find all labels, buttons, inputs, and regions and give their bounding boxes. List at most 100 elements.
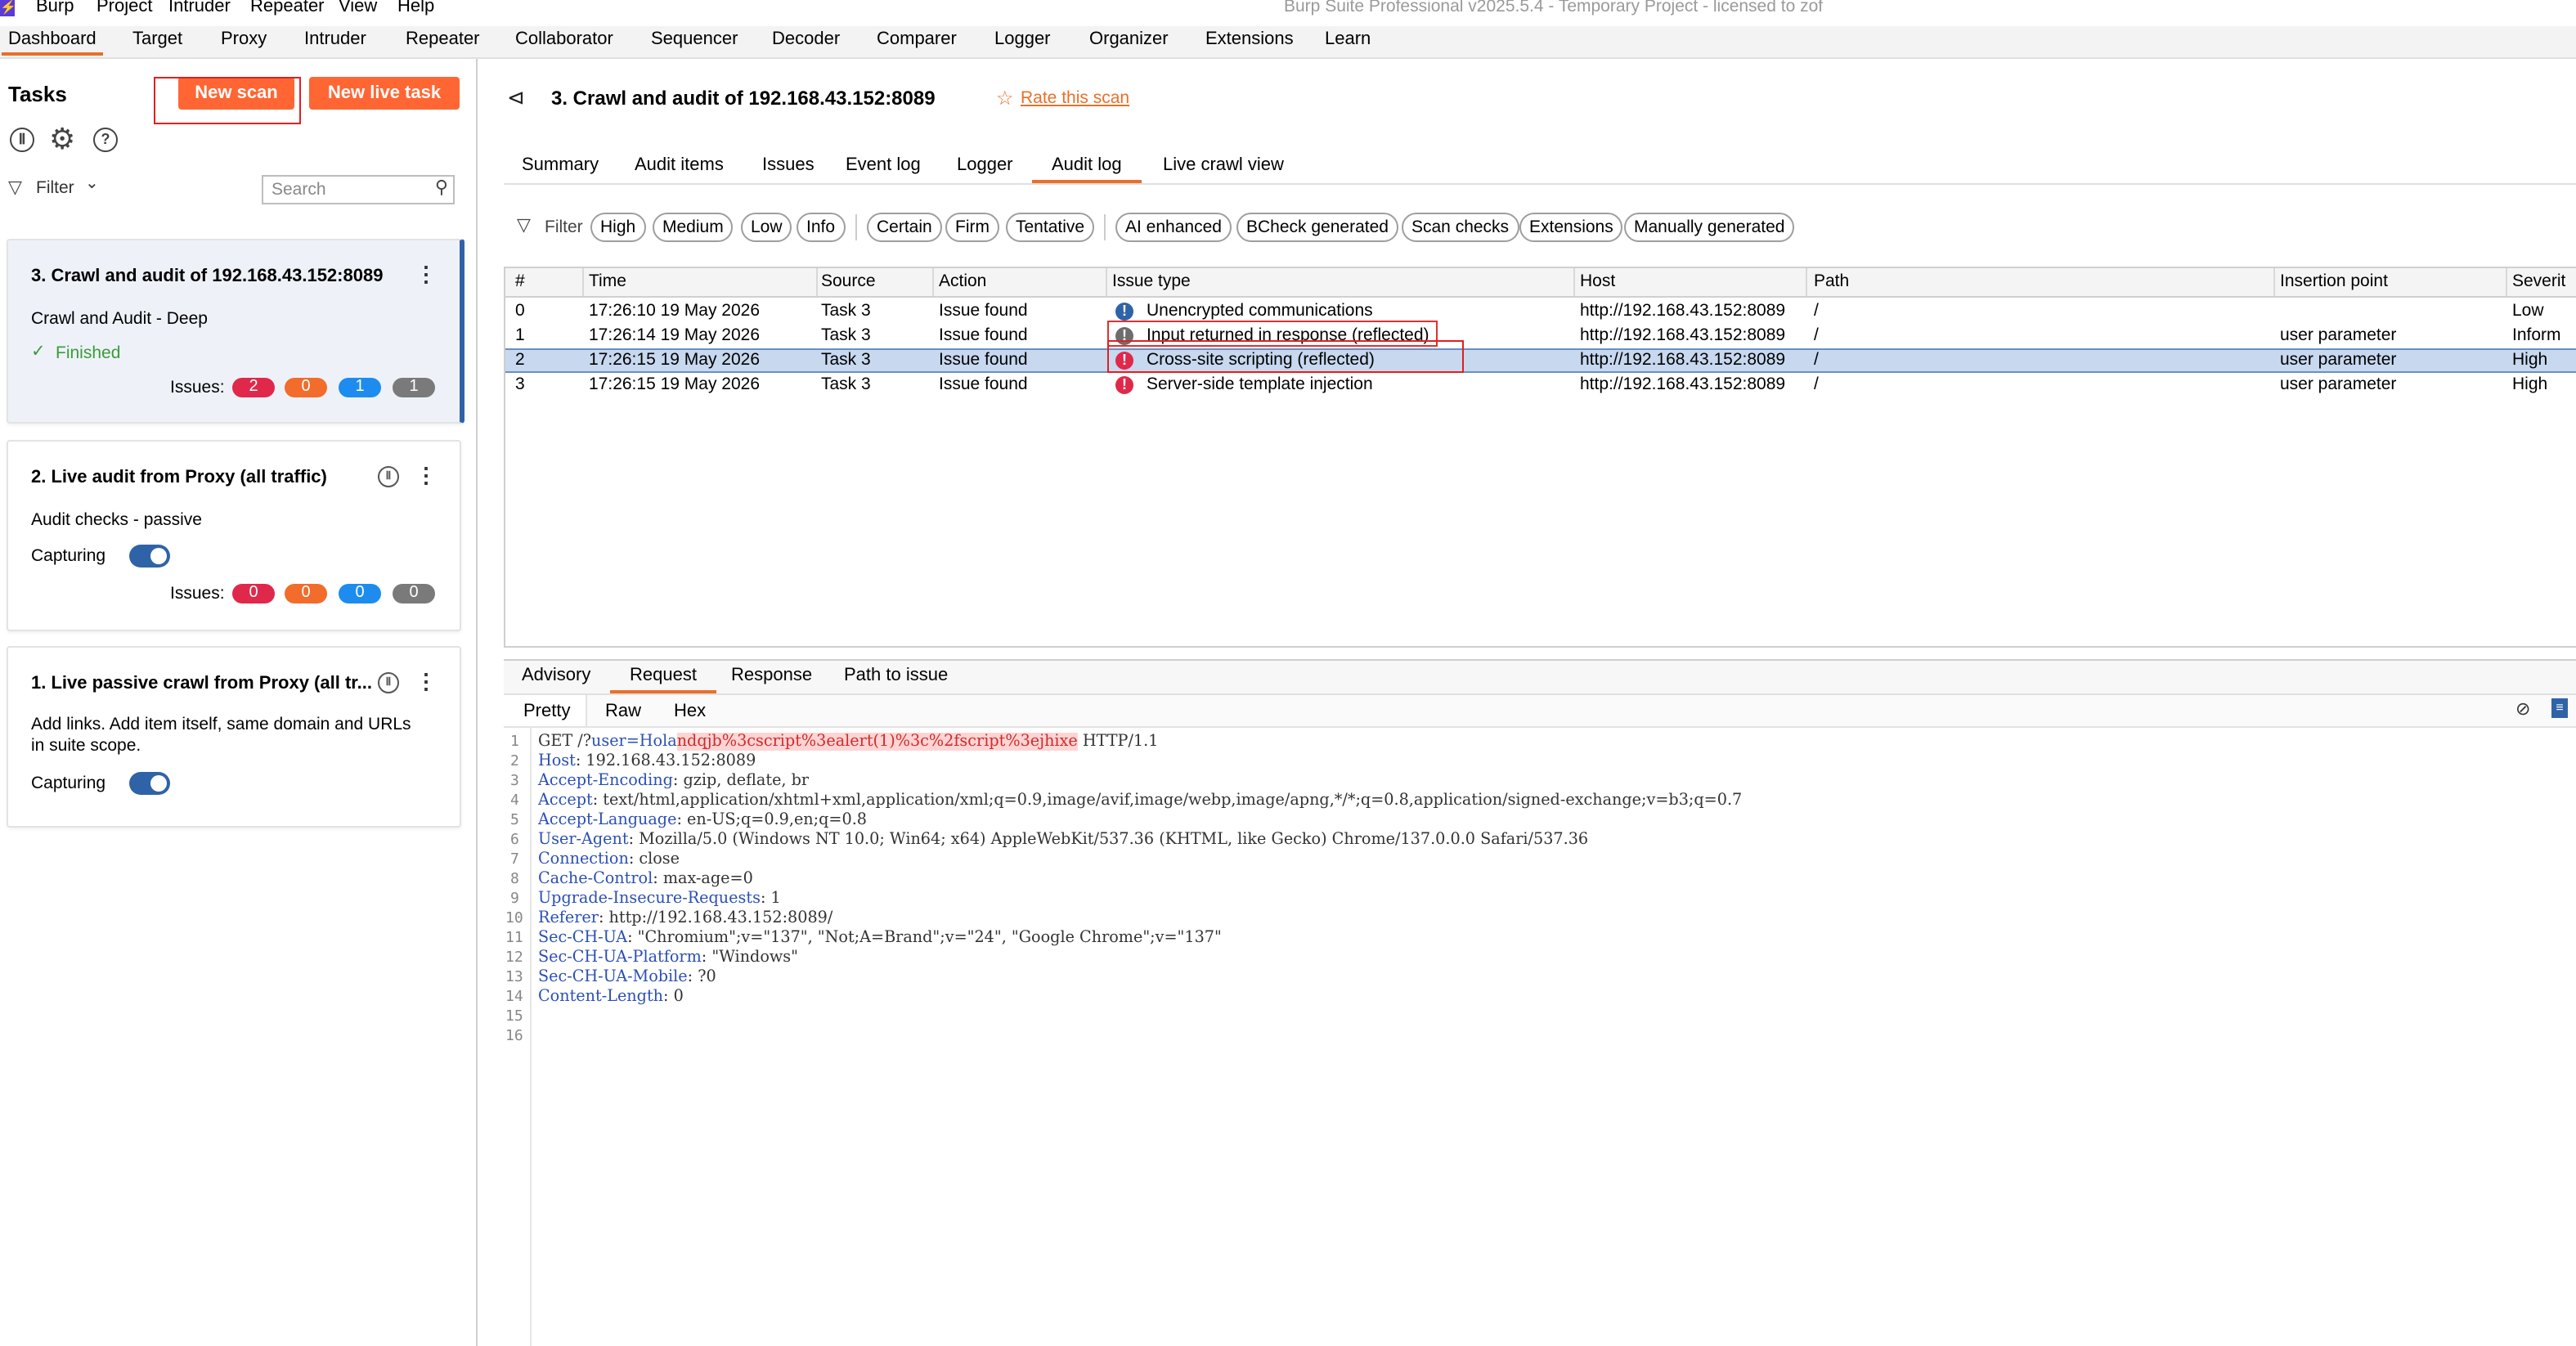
tab-request[interactable]: Request [610,666,716,693]
tab-issues[interactable]: Issues [762,155,815,175]
tab-collaborator[interactable]: Collaborator [515,29,613,49]
col-path[interactable]: Path [1814,271,1849,291]
filter-tentative[interactable]: Tentative [1006,213,1095,242]
tab-learn[interactable]: Learn [1325,29,1371,49]
filter-info[interactable]: Info [797,213,846,242]
tab-hex[interactable]: Hex [674,702,706,721]
filter-bcheck-generated[interactable]: BCheck generated [1236,213,1398,242]
col-number[interactable]: # [515,271,525,291]
line-number: 14 [505,989,523,1006]
tab-sequencer[interactable]: Sequencer [651,29,738,49]
capture-toggle[interactable] [129,772,170,795]
star-icon[interactable]: ☆ [996,87,1014,110]
tab-audit-items[interactable]: Audit items [635,155,724,175]
wrap-lines-icon[interactable]: ≡ [2551,698,2568,718]
issue-count-medium[interactable]: 0 [285,584,327,603]
issue-count-low[interactable]: 0 [339,584,381,603]
tab-pretty[interactable]: Pretty [523,702,570,721]
filter-medium[interactable]: Medium [653,213,734,242]
tab-live-crawl-view[interactable]: Live crawl view [1163,155,1284,175]
tab-target[interactable]: Target [132,29,182,49]
col-time[interactable]: Time [589,271,626,291]
filter-high[interactable]: High [590,213,646,242]
issue-count-low[interactable]: 1 [339,378,381,397]
tab-decoder[interactable]: Decoder [772,29,840,49]
tab-proxy[interactable]: Proxy [221,29,267,49]
tab-advisory[interactable]: Advisory [522,666,590,685]
tab-logger[interactable]: Logger [957,155,1013,175]
chevron-down-icon[interactable]: ⌄ [85,175,99,193]
filter-firm[interactable]: Firm [945,213,999,242]
header-line: Accept-Encoding: gzip, deflate, br [538,772,809,790]
table-header: # Time Source Action Issue type Host Pat… [505,268,2576,298]
tab-audit-log[interactable]: Audit log [1032,155,1142,183]
filter-extensions[interactable]: Extensions [1519,213,1623,242]
tab-path-to-issue[interactable]: Path to issue [844,666,948,685]
tab-response[interactable]: Response [731,666,812,685]
pause-icon[interactable]: Ⅱ [10,128,34,152]
menu-repeater[interactable]: Repeater [250,0,325,16]
tab-dashboard[interactable]: Dashboard [2,29,103,56]
filter-label[interactable]: Filter [36,178,74,198]
col-severity[interactable]: Severit [2512,271,2565,291]
task-card-2[interactable]: 2. Live audit from Proxy (all traffic) Ⅱ… [7,440,461,631]
pause-icon[interactable]: Ⅱ [378,466,399,487]
filter-certain[interactable]: Certain [867,213,942,242]
pause-icon[interactable]: Ⅱ [378,672,399,693]
gear-icon[interactable]: ⚙ [49,123,75,157]
new-live-task-button[interactable]: New live task [309,77,460,110]
line-number: 15 [505,1009,523,1025]
issue-count-info[interactable]: 1 [393,378,435,397]
tab-repeater[interactable]: Repeater [406,29,480,49]
menu-burp[interactable]: Burp [36,0,74,16]
kebab-menu-icon[interactable]: ⋮ [415,262,437,288]
capture-toggle[interactable] [129,545,170,568]
kebab-menu-icon[interactable]: ⋮ [415,463,437,489]
task-search-input[interactable]: Search ⚲ [262,175,455,204]
col-source[interactable]: Source [821,271,876,291]
cell-action: Issue found [939,325,1028,345]
header-value: : http://192.168.43.152:8089/ [598,909,833,927]
col-issue-type[interactable]: Issue type [1112,271,1191,291]
filter-label[interactable]: Filter [545,218,583,237]
filter-ai-enhanced[interactable]: AI enhanced [1115,213,1232,242]
tab-event-log[interactable]: Event log [846,155,921,175]
kebab-menu-icon[interactable]: ⋮ [415,669,437,695]
filter-scan-checks[interactable]: Scan checks [1402,213,1519,242]
filter-low[interactable]: Low [741,213,792,242]
tab-intruder[interactable]: Intruder [304,29,366,49]
rate-scan-link[interactable]: Rate this scan [1021,88,1129,108]
task-card-1[interactable]: 1. Live passive crawl from Proxy (all tr… [7,646,461,828]
table-row[interactable]: 1 17:26:14 19 May 2026 Task 3 Issue foun… [505,324,2576,348]
request-editor[interactable]: 1 2 3 4 5 6 7 8 9 10 11 12 13 14 15 16 G… [504,728,2576,1346]
tab-comparer[interactable]: Comparer [877,29,957,49]
tab-raw[interactable]: Raw [605,702,641,721]
tab-logger[interactable]: Logger [994,29,1051,49]
filter-icon[interactable]: ▽ [517,214,531,236]
issue-count-info[interactable]: 0 [393,584,435,603]
issue-count-high[interactable]: 2 [232,378,275,397]
back-arrow-icon[interactable]: ⊲ [507,85,525,111]
table-row[interactable]: 0 17:26:10 19 May 2026 Task 3 Issue foun… [505,299,2576,324]
task-card-3[interactable]: 3. Crawl and audit of 192.168.43.152:808… [7,239,464,424]
menu-project[interactable]: Project [96,0,153,16]
menu-view[interactable]: View [339,0,377,16]
issue-count-high[interactable]: 0 [232,584,275,603]
tab-organizer[interactable]: Organizer [1089,29,1169,49]
col-action[interactable]: Action [939,271,986,291]
issue-count-medium[interactable]: 0 [285,378,327,397]
col-host[interactable]: Host [1580,271,1615,291]
filter-manually-generated[interactable]: Manually generated [1624,213,1795,242]
menu-intruder[interactable]: Intruder [168,0,231,16]
table-row[interactable]: 3 17:26:15 19 May 2026 Task 3 Issue foun… [505,373,2576,397]
col-insertion-point[interactable]: Insertion point [2280,271,2388,291]
header-value: : Mozilla/5.0 (Windows NT 10.0; Win64; x… [628,831,1589,849]
table-row-selected[interactable]: 2 17:26:15 19 May 2026 Task 3 Issue foun… [505,348,2576,373]
tab-divider [504,183,2576,185]
tab-summary[interactable]: Summary [522,155,599,175]
tab-extensions[interactable]: Extensions [1205,29,1294,49]
help-icon[interactable]: ? [93,128,118,152]
menu-help[interactable]: Help [397,0,434,16]
hide-eye-icon[interactable]: ⊘ [2515,698,2530,720]
filter-icon[interactable]: ▽ [8,177,22,198]
